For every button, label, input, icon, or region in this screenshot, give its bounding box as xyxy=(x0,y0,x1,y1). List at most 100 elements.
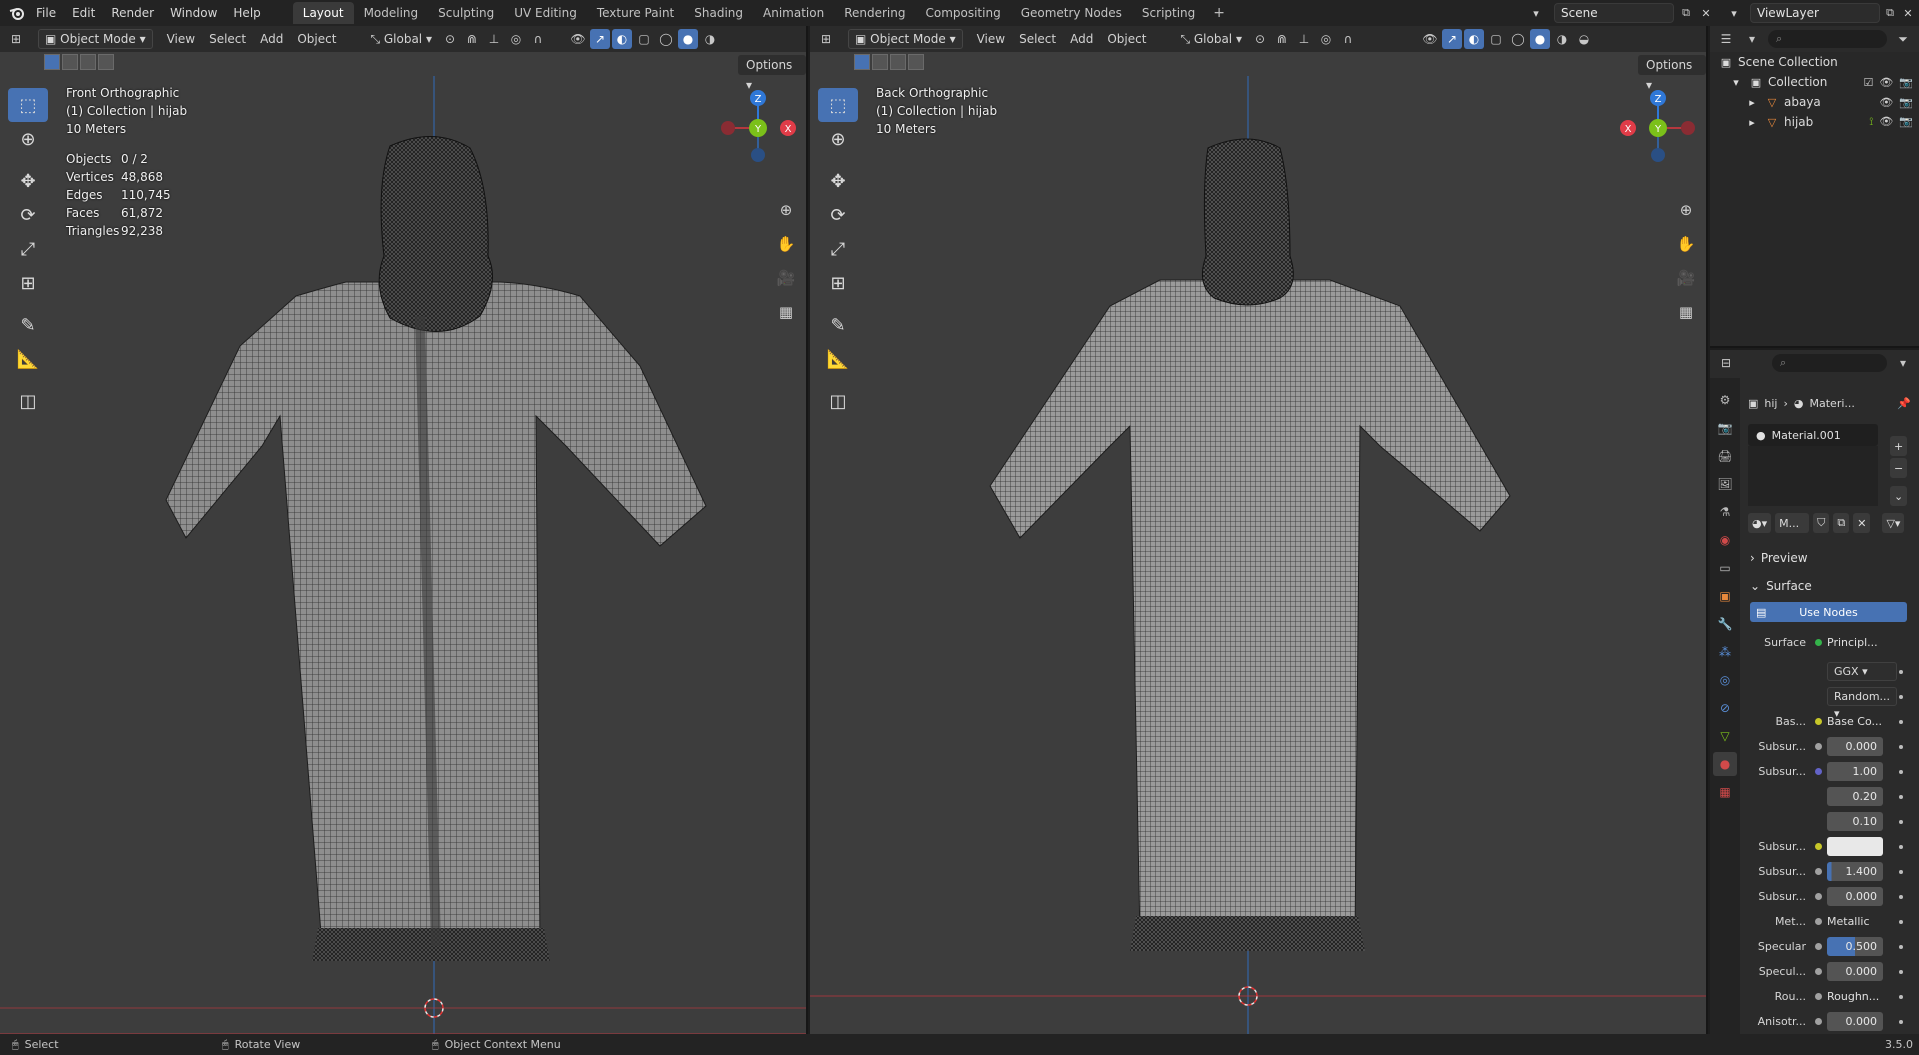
snap-target-icon[interactable]: ⊥ xyxy=(484,29,504,49)
grid-icon[interactable]: ▦ xyxy=(1672,298,1700,326)
shader-input-row[interactable]: Subsur... 1.400 xyxy=(1744,859,1915,884)
editor-type-icon[interactable]: ⊞ xyxy=(6,29,26,49)
select-intersect-icon[interactable] xyxy=(908,54,924,70)
expand-arrow-icon[interactable]: ▸ xyxy=(1744,116,1760,129)
menu-object[interactable]: Object xyxy=(291,29,342,49)
shader-input-row[interactable]: Bas... Base Co... xyxy=(1744,709,1915,734)
blender-logo-icon[interactable] xyxy=(6,2,28,24)
collapse-icon[interactable]: ▾ xyxy=(1893,353,1913,373)
wireframe-shading-icon[interactable]: ◯ xyxy=(656,29,676,49)
camera-render-icon[interactable]: 📷 xyxy=(1899,115,1913,129)
menu-render[interactable]: Render xyxy=(103,2,162,24)
eye-icon[interactable]: 👁 xyxy=(1879,96,1893,109)
use-nodes-button[interactable]: ▤ Use Nodes xyxy=(1750,602,1907,622)
select-subtract-icon[interactable] xyxy=(80,54,96,70)
pivot-icon[interactable]: ⊙ xyxy=(1250,29,1270,49)
snap-target-icon[interactable]: ⊥ xyxy=(1294,29,1314,49)
options-dropdown[interactable]: Options ▾ xyxy=(1638,55,1706,92)
transform-tool-icon[interactable]: ⊞ xyxy=(818,266,858,300)
shader-input-row[interactable]: Subsur... 0.000 xyxy=(1744,734,1915,759)
mode-selector[interactable]: ▣ Object Mode ▾ xyxy=(848,29,963,49)
measure-tool-icon[interactable]: 📐 xyxy=(8,342,48,376)
gizmo-toggle-icon[interactable]: ↗ xyxy=(589,29,610,49)
wireframe-shading-icon[interactable]: ◯ xyxy=(1508,29,1528,49)
outliner-row-hijab[interactable]: ▸ ▽ hijab ⟟ 👁 📷 xyxy=(1710,112,1919,132)
slot-menu-button[interactable]: ⌄ xyxy=(1890,486,1908,506)
number-field[interactable]: 0.000 xyxy=(1827,737,1883,756)
rotate-tool-icon[interactable]: ⟳ xyxy=(8,198,48,232)
slider-field[interactable]: 0.500 xyxy=(1827,937,1883,956)
unlink-material-icon[interactable]: ✕ xyxy=(1853,513,1871,533)
solid-shading-icon[interactable]: ● xyxy=(1529,29,1550,49)
material-name-field[interactable]: M... xyxy=(1775,513,1810,533)
keyframe-dot-icon[interactable] xyxy=(1899,669,1903,674)
scene-browse-icon[interactable]: ▾ xyxy=(1526,3,1546,23)
tab-animation[interactable]: Animation xyxy=(753,2,834,24)
material-slot-item[interactable]: ● Material.001 xyxy=(1748,424,1878,446)
shader-input-row[interactable]: Specular 0.500 xyxy=(1744,934,1915,959)
modifier-tab-icon[interactable]: 🔧 xyxy=(1713,612,1737,636)
filter-icon[interactable]: ⏷ xyxy=(1893,29,1913,49)
camera-render-icon[interactable]: 📷 xyxy=(1899,96,1913,109)
camera-icon[interactable]: 🎥 xyxy=(1672,264,1700,292)
gizmo-toggle-icon[interactable]: ↗ xyxy=(1441,29,1462,49)
grid-icon[interactable]: ▦ xyxy=(772,298,800,326)
scene-selector[interactable]: Scene xyxy=(1554,3,1674,23)
tab-uv-editing[interactable]: UV Editing xyxy=(504,2,587,24)
shader-input-row[interactable]: 0.10 xyxy=(1744,809,1915,834)
number-field[interactable]: 0.000 xyxy=(1827,887,1883,906)
delete-view-layer-icon[interactable]: ✕ xyxy=(1898,3,1918,23)
outliner-row-scene-collection[interactable]: ▣ Scene Collection xyxy=(1710,52,1919,72)
mode-selector[interactable]: ▣ Object Mode ▾ xyxy=(38,29,153,49)
display-mode-icon[interactable]: ▾ xyxy=(1742,29,1762,49)
duplicate-material-icon[interactable]: ⧉ xyxy=(1833,513,1850,533)
add-cube-tool-icon[interactable]: ◫ xyxy=(8,384,48,418)
properties-search-input[interactable]: ⌕ xyxy=(1772,354,1887,372)
physics-tab-icon[interactable]: ◎ xyxy=(1713,668,1737,692)
editor-type-icon[interactable]: ⊟ xyxy=(1716,353,1736,373)
menu-select[interactable]: Select xyxy=(1013,29,1062,49)
editor-type-icon[interactable]: ☰ xyxy=(1716,29,1736,49)
menu-window[interactable]: Window xyxy=(162,2,225,24)
shader-input-row[interactable]: Anisotr... 0.000 xyxy=(1744,1009,1915,1034)
add-cube-tool-icon[interactable]: ◫ xyxy=(818,384,858,418)
select-new-icon[interactable] xyxy=(44,54,60,70)
move-tool-icon[interactable]: ✥ xyxy=(8,164,48,198)
menu-view[interactable]: View xyxy=(161,29,201,49)
tab-shading[interactable]: Shading xyxy=(684,2,753,24)
expand-arrow-icon[interactable]: ▸ xyxy=(1744,96,1760,109)
number-field[interactable]: 0.10 xyxy=(1827,812,1883,831)
overlay-toggle-icon[interactable]: ◐ xyxy=(1463,29,1484,49)
remove-slot-button[interactable]: − xyxy=(1890,458,1908,478)
tab-texture-paint[interactable]: Texture Paint xyxy=(587,2,684,24)
zoom-icon[interactable]: ⊕ xyxy=(1672,196,1700,224)
overlay-toggle-icon[interactable]: ◐ xyxy=(611,29,632,49)
camera-icon[interactable]: 🎥 xyxy=(772,264,800,292)
modifier-icon[interactable]: ⟟ xyxy=(1869,115,1873,129)
outliner-search-input[interactable]: ⌕ xyxy=(1768,30,1887,48)
add-workspace-button[interactable]: + xyxy=(1205,5,1233,21)
annotate-tool-icon[interactable]: ✎ xyxy=(818,308,858,342)
panel-preview[interactable]: › Preview xyxy=(1744,546,1915,570)
subsurface-method-dropdown[interactable]: Random... ▾ xyxy=(1827,687,1897,720)
output-tab-icon[interactable]: 🖨 xyxy=(1713,444,1737,468)
view-layer-tab-icon[interactable]: 🖼 xyxy=(1713,472,1737,496)
render-tab-icon[interactable]: 📷 xyxy=(1713,416,1737,440)
surface-shader-row[interactable]: Surface Principl... xyxy=(1744,630,1915,655)
navigation-gizmo[interactable]: Z X Y xyxy=(1618,88,1698,168)
falloff-icon[interactable]: ∩ xyxy=(528,29,548,49)
outliner-row-abaya[interactable]: ▸ ▽ abaya 👁 📷 xyxy=(1710,92,1919,112)
add-slot-button[interactable]: + xyxy=(1890,436,1908,456)
expand-arrow-icon[interactable]: ▾ xyxy=(1728,76,1744,89)
select-intersect-icon[interactable] xyxy=(98,54,114,70)
xray-icon[interactable]: ▢ xyxy=(1486,29,1506,49)
eye-icon[interactable]: 👁 xyxy=(1879,76,1893,89)
viewport-back[interactable]: ⊞ ▣ Object Mode ▾ View Select Add Object… xyxy=(810,26,1708,1034)
select-box-tool-icon[interactable]: ⬚ xyxy=(818,88,858,122)
proportional-edit-icon[interactable]: ◎ xyxy=(1316,29,1336,49)
transform-tool-icon[interactable]: ⊞ xyxy=(8,266,48,300)
view-layer-browse-icon[interactable]: ▾ xyxy=(1724,3,1744,23)
view-layer-selector[interactable]: ViewLayer xyxy=(1750,3,1880,23)
shader-input-row[interactable]: Subsur... 1.00 xyxy=(1744,759,1915,784)
pan-hand-icon[interactable]: ✋ xyxy=(1672,230,1700,258)
